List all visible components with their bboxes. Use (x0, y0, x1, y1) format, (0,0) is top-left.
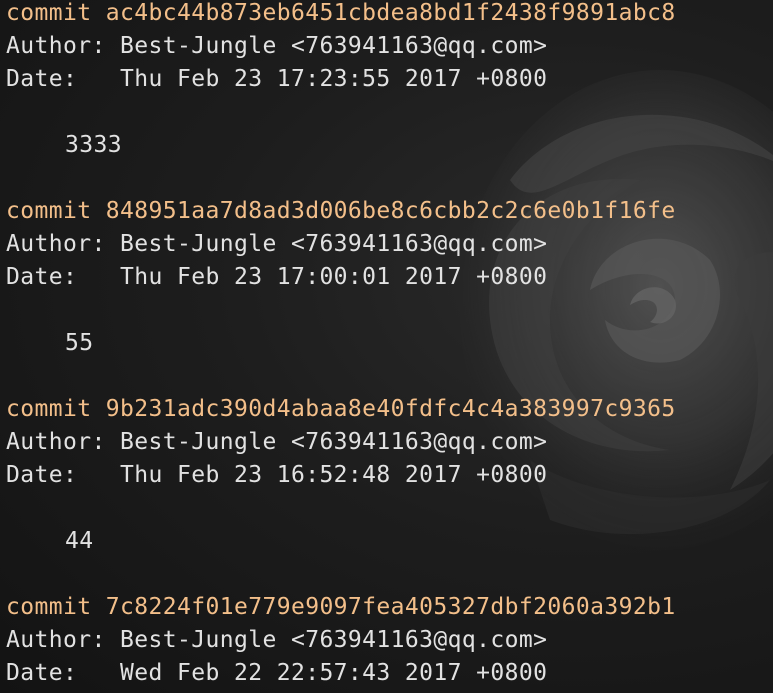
commit-entry: commit ac4bc44b873eb6451cbdea8bd1f2438f9… (6, 0, 773, 162)
commit-entry: commit 848951aa7d8ad3d006be8c6cbb2c2c6e0… (6, 195, 773, 360)
commit-entry: commit 9b231adc390d4abaa8e40fdfc4c4a3839… (6, 393, 773, 558)
commit-author-line: Author: Best-Jungle <763941163@qq.com> (6, 231, 548, 257)
commit-entry: commit 7c8224f01e779e9097fea405327dbf206… (6, 591, 773, 690)
commit-date-line: Date: Thu Feb 23 17:23:55 2017 +0800 (6, 66, 548, 92)
terminal-window[interactable]: commit ac4bc44b873eb6451cbdea8bd1f2438f9… (0, 0, 773, 693)
commit-message: 3333 (65, 132, 122, 158)
commit-hash-line: commit ac4bc44b873eb6451cbdea8bd1f2438f9… (6, 0, 676, 26)
commit-hash-line: commit 7c8224f01e779e9097fea405327dbf206… (6, 594, 676, 620)
commit-author-line: Author: Best-Jungle <763941163@qq.com> (6, 429, 548, 455)
commit-hash-line: commit 848951aa7d8ad3d006be8c6cbb2c2c6e0… (6, 198, 676, 224)
commit-date-line: Date: Thu Feb 23 16:52:48 2017 +0800 (6, 462, 548, 488)
commit-author-line: Author: Best-Jungle <763941163@qq.com> (6, 627, 548, 653)
commit-message: 55 (65, 330, 94, 356)
commit-date-line: Date: Wed Feb 22 22:57:43 2017 +0800 (6, 660, 548, 686)
git-log-output: commit ac4bc44b873eb6451cbdea8bd1f2438f9… (6, 0, 773, 693)
commit-hash-line: commit 9b231adc390d4abaa8e40fdfc4c4a3839… (6, 396, 676, 422)
commit-date-line: Date: Thu Feb 23 17:00:01 2017 +0800 (6, 264, 548, 290)
commit-author-line: Author: Best-Jungle <763941163@qq.com> (6, 33, 548, 59)
commit-message: 44 (65, 528, 94, 554)
